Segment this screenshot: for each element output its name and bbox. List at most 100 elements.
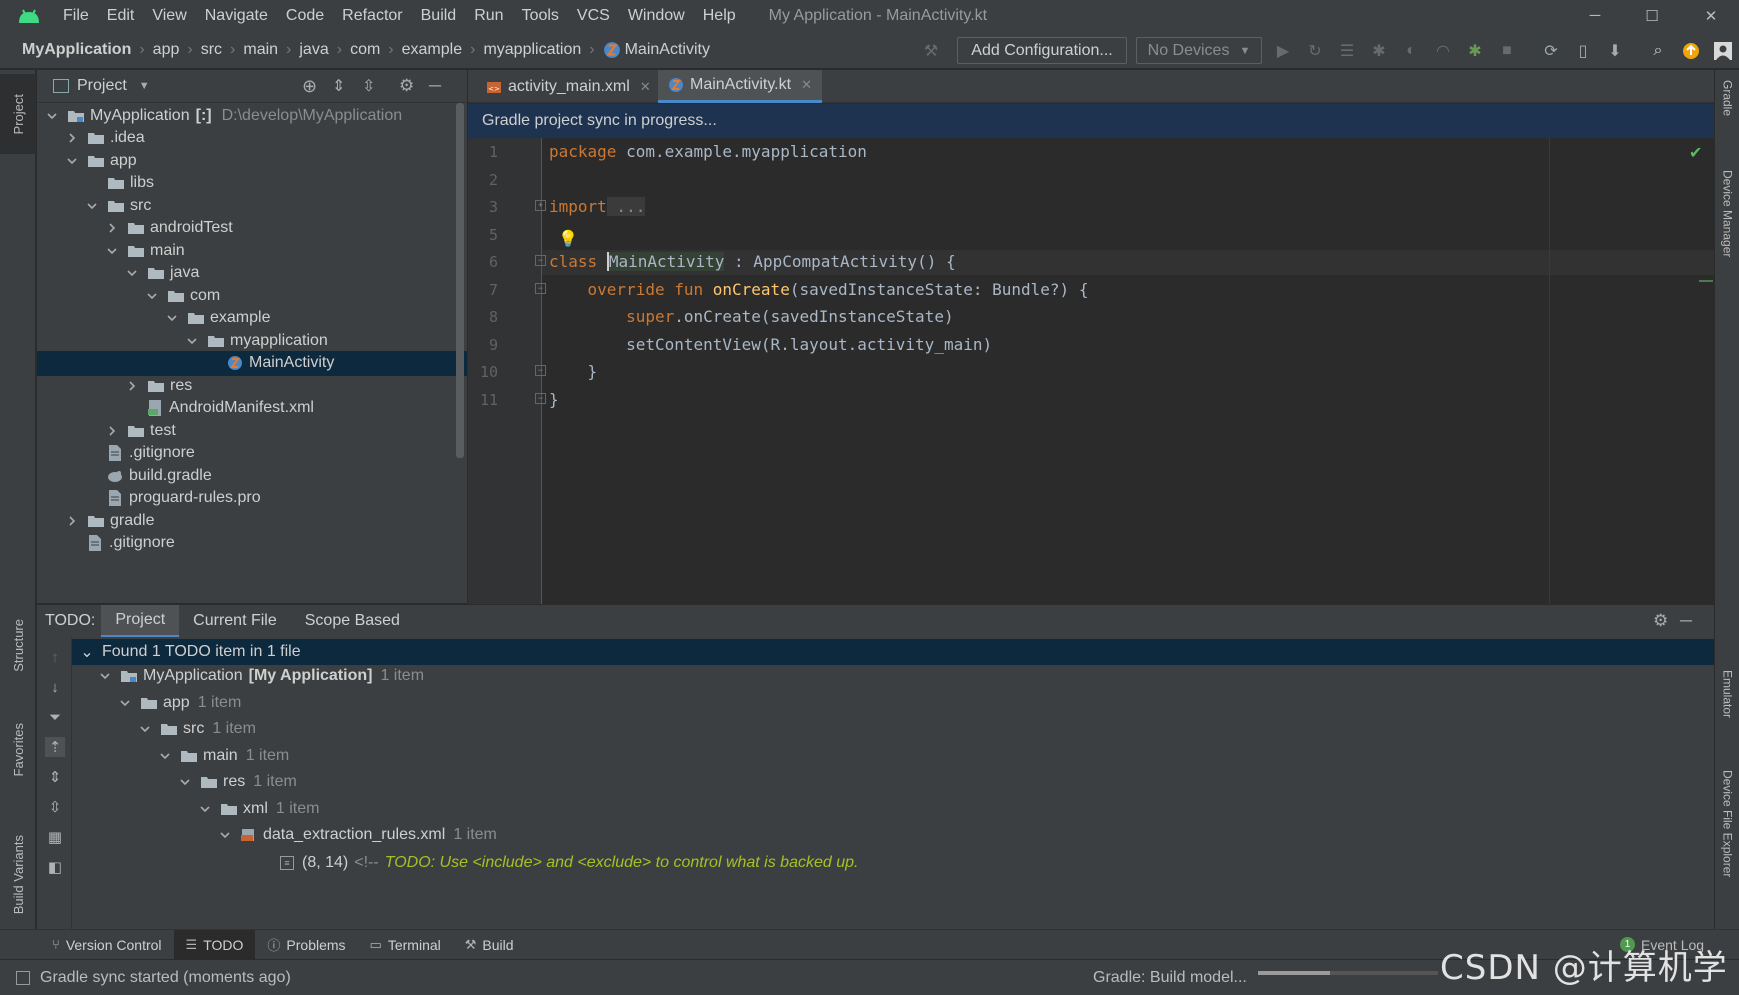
tree-item[interactable]: app: [37, 148, 467, 173]
chevron-down-icon[interactable]: [65, 154, 79, 168]
filter-icon[interactable]: ⏷: [45, 707, 65, 727]
tool-tab-project[interactable]: Project: [0, 74, 36, 154]
tab-mainactivity-kt[interactable]: MainActivity.kt ✕: [658, 70, 822, 103]
tree-item[interactable]: .gitignore: [37, 441, 467, 466]
update-icon[interactable]: [1680, 40, 1702, 62]
chevron-right-icon[interactable]: [65, 514, 79, 528]
folded-imports[interactable]: ...: [606, 197, 646, 216]
lightbulb-icon[interactable]: 💡: [558, 229, 578, 249]
apply-code-changes-icon[interactable]: ☰: [1336, 40, 1358, 62]
tree-item[interactable]: test: [37, 418, 467, 443]
tool-tab-structure[interactable]: Structure: [0, 590, 36, 700]
add-configuration-button[interactable]: Add Configuration...: [957, 37, 1127, 64]
chevron-down-icon[interactable]: [198, 802, 212, 816]
tree-item[interactable]: example: [37, 306, 467, 331]
breadcrumb-item[interactable]: src: [197, 41, 226, 59]
debug-icon[interactable]: ✱: [1368, 40, 1390, 62]
tab-todo-project[interactable]: Project: [101, 604, 180, 638]
tree-item[interactable]: src: [37, 193, 467, 218]
chevron-down-icon[interactable]: [125, 266, 139, 280]
todo-tree-row[interactable]: res 1 item: [178, 769, 297, 795]
chevron-down-icon[interactable]: [218, 828, 232, 842]
fold-marker-icon[interactable]: −: [535, 283, 546, 294]
chevron-down-icon[interactable]: [105, 244, 119, 258]
status-task[interactable]: Gradle: Build model...: [1093, 969, 1247, 987]
menu-navigate[interactable]: Navigate: [196, 0, 277, 31]
toggle-tool-windows-icon[interactable]: [16, 970, 30, 985]
chevron-down-icon[interactable]: [178, 775, 192, 789]
todo-item-row[interactable]: ≡ (8, 14) <!-- TODO: Use <include> and <…: [280, 850, 858, 876]
tool-version-control[interactable]: ⑂ Version Control: [40, 930, 174, 960]
chevron-right-icon[interactable]: [105, 424, 119, 438]
tree-item[interactable]: com: [37, 283, 467, 308]
breadcrumb-item[interactable]: MyApplication: [0, 41, 135, 59]
tree-item[interactable]: build.gradle: [37, 463, 467, 488]
menu-vcs[interactable]: VCS: [568, 0, 619, 31]
code-editor[interactable]: [542, 138, 1714, 604]
todo-tree-row[interactable]: data_extraction_rules.xml 1 item: [218, 822, 497, 848]
device-selector[interactable]: No Devices ▼: [1136, 37, 1262, 64]
close-tab-icon[interactable]: ✕: [801, 77, 812, 93]
coverage-icon[interactable]: ◐: [1400, 40, 1422, 62]
expand-all-icon[interactable]: ⇕: [45, 767, 65, 787]
tree-item[interactable]: proguard-rules.pro: [37, 486, 467, 511]
tool-tab-favorites[interactable]: Favorites: [0, 700, 36, 800]
breadcrumb-item[interactable]: com: [346, 41, 384, 59]
chevron-down-icon[interactable]: [145, 289, 159, 303]
tree-item[interactable]: .gitignore: [37, 531, 467, 556]
arrow-down-icon[interactable]: ↓: [45, 677, 65, 697]
menu-code[interactable]: Code: [277, 0, 333, 31]
fold-marker-icon[interactable]: −: [535, 393, 546, 404]
arrow-up-icon[interactable]: ↑: [45, 647, 65, 667]
tool-tab-device-file-explorer[interactable]: Device File Explorer: [1715, 770, 1739, 877]
apply-changes-icon[interactable]: ↻: [1304, 40, 1326, 62]
chevron-down-icon[interactable]: [118, 696, 132, 710]
chevron-right-icon[interactable]: [65, 131, 79, 145]
account-icon[interactable]: [1712, 40, 1734, 62]
chevron-down-icon[interactable]: [158, 749, 172, 763]
chevron-down-icon[interactable]: [185, 334, 199, 348]
tool-build[interactable]: ⚒ Build: [453, 930, 526, 960]
breadcrumb-item[interactable]: MainActivity: [599, 41, 714, 59]
todo-tree-row[interactable]: xml 1 item: [198, 796, 319, 822]
menu-view[interactable]: View: [143, 0, 195, 31]
close-tab-icon[interactable]: ✕: [640, 79, 651, 95]
chevron-right-icon[interactable]: [105, 221, 119, 235]
tree-item[interactable]: myapplication: [37, 328, 467, 353]
preview-source-icon[interactable]: ⇡: [45, 737, 65, 757]
tool-problems[interactable]: ⓘ Problems: [255, 930, 357, 960]
tool-tab-gradle[interactable]: Gradle: [1715, 80, 1739, 116]
checkmark-icon[interactable]: ✔: [1689, 143, 1702, 163]
group-by-icon[interactable]: ▦: [45, 827, 65, 847]
expand-all-icon[interactable]: ⇕: [332, 76, 345, 96]
hammer-icon[interactable]: ⚒: [920, 40, 942, 62]
attach-debugger-icon[interactable]: ✱: [1464, 40, 1486, 62]
tree-item[interactable]: res: [37, 373, 467, 398]
menu-file[interactable]: File: [54, 0, 98, 31]
tree-item[interactable]: libs: [37, 171, 467, 196]
todo-summary-row[interactable]: ⌄ Found 1 TODO item in 1 file: [72, 639, 1714, 665]
gear-icon[interactable]: ⚙: [1653, 611, 1668, 631]
tree-item[interactable]: main: [37, 238, 467, 263]
breadcrumb-item[interactable]: myapplication: [479, 41, 585, 59]
hide-icon[interactable]: ─: [1680, 611, 1692, 631]
profile-icon[interactable]: ◠: [1432, 40, 1454, 62]
menu-edit[interactable]: Edit: [98, 0, 144, 31]
sync-gradle-icon[interactable]: ⟳: [1540, 40, 1562, 62]
project-panel-title[interactable]: Project: [77, 77, 127, 95]
tree-item[interactable]: .idea: [37, 126, 467, 151]
chevron-right-icon[interactable]: [125, 379, 139, 393]
breadcrumb-item[interactable]: main: [239, 41, 282, 59]
locate-icon[interactable]: ⊕: [302, 76, 317, 97]
tool-tab-build-variants[interactable]: Build Variants: [0, 805, 36, 945]
tree-item[interactable]: java: [37, 261, 467, 286]
tree-item[interactable]: gradle: [37, 508, 467, 533]
stop-icon[interactable]: ■: [1496, 40, 1518, 62]
fold-marker-icon[interactable]: −: [535, 365, 546, 376]
tree-item[interactable]: MyApplication [:] D:\develop\MyApplication: [37, 103, 467, 128]
run-icon[interactable]: ▶: [1272, 40, 1294, 62]
close-icon[interactable]: ✕: [1683, 0, 1739, 31]
tab-todo-current-file[interactable]: Current File: [179, 605, 291, 638]
menu-window[interactable]: Window: [619, 0, 694, 31]
menu-refactor[interactable]: Refactor: [333, 0, 411, 31]
